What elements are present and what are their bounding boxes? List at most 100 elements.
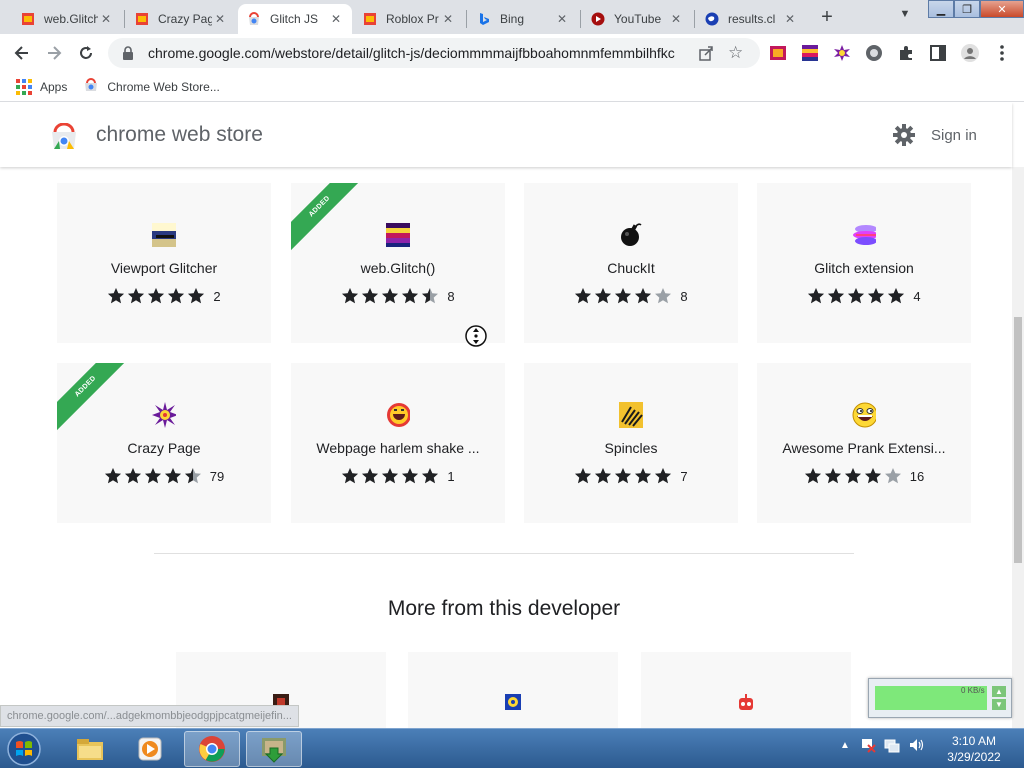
profile-avatar-icon[interactable] — [961, 44, 979, 62]
forward-button[interactable] — [43, 42, 65, 64]
side-panel-icon[interactable] — [929, 44, 947, 62]
tab-title: Bing — [500, 12, 525, 26]
extension-card-chuckit[interactable]: ChuckIt 8 — [524, 183, 738, 343]
extension-card-crazy-page[interactable]: ADDED Crazy Page 79 — [57, 363, 271, 523]
star-rating — [574, 287, 674, 305]
taskbar-explorer[interactable] — [62, 731, 118, 767]
bing-favicon-icon — [476, 11, 492, 27]
reload-button[interactable] — [75, 42, 97, 64]
extension-burst-icon[interactable] — [833, 44, 851, 62]
close-tab-icon[interactable]: ✕ — [782, 12, 798, 26]
extension-card-glitch-extension[interactable]: Glitch extension 4 — [757, 183, 971, 343]
taskbar-chrome[interactable] — [184, 731, 240, 767]
bookmark-star-icon[interactable]: ☆ — [728, 43, 743, 63]
windows-taskbar: ▲ 3:10 AM 3/29/2022 — [0, 728, 1024, 768]
extension-web-glitch-icon[interactable] — [801, 44, 819, 62]
url-text[interactable]: chrome.google.com/webstore/detail/glitch… — [148, 45, 696, 61]
close-tab-icon[interactable]: ✕ — [328, 12, 344, 26]
star-full-icon — [124, 468, 141, 484]
gear-extension-icon — [505, 694, 521, 710]
lock-icon[interactable] — [122, 46, 140, 60]
close-tab-icon[interactable]: ✕ — [554, 12, 570, 26]
back-button[interactable] — [11, 42, 33, 64]
show-hidden-icons-icon[interactable]: ▲ — [840, 740, 850, 751]
page-scrollbar[interactable] — [1012, 167, 1024, 728]
extension-card-spincles[interactable]: Spincles 7 — [524, 363, 738, 523]
taskbar-clock[interactable]: 3:10 AM 3/29/2022 — [942, 733, 1006, 765]
autoscroll-cursor-icon — [465, 325, 487, 347]
tab-glitch-js[interactable]: Glitch JS ✕ — [238, 4, 352, 34]
close-tab-icon[interactable]: ✕ — [668, 12, 684, 26]
taskbar-download-app[interactable] — [246, 731, 302, 767]
share-icon[interactable] — [698, 45, 714, 66]
extension-rating: 7 — [524, 467, 738, 485]
web-glitch-icon — [386, 223, 410, 247]
action-center-flag-icon — [861, 739, 876, 753]
tab-separator — [694, 10, 695, 28]
robot-extension-icon — [738, 694, 754, 710]
tab-youtube[interactable]: YouTube ✕ — [582, 4, 692, 34]
rating-count: 7 — [680, 468, 688, 484]
tab-results[interactable]: results.cl ✕ — [696, 4, 806, 34]
star-rating — [341, 287, 441, 305]
extension-card-awesome-prank[interactable]: Awesome Prank Extensi... 16 — [757, 363, 971, 523]
star-full-icon — [422, 468, 439, 484]
clock-time: 3:10 AM — [951, 734, 997, 748]
extension-crazy-page-icon[interactable] — [769, 44, 787, 62]
minimize-button[interactable]: ▁ — [928, 0, 954, 18]
developer-extension-card[interactable] — [641, 652, 851, 728]
close-tab-icon[interactable]: ✕ — [440, 12, 456, 26]
download-manager-icon — [262, 738, 286, 763]
tab-search-chevron-icon[interactable]: ▼ — [896, 8, 914, 26]
close-tab-icon[interactable]: ✕ — [212, 12, 228, 26]
tab-crazy-page[interactable]: Crazy Page ✕ — [126, 4, 236, 34]
star-rating — [574, 467, 674, 485]
star-full-icon — [635, 468, 652, 484]
tab-web-glitch[interactable]: web.Glitch() ✕ — [12, 4, 122, 34]
rating-count: 1 — [447, 468, 455, 484]
extension-card-harlem-shake[interactable]: Webpage harlem shake ... 1 — [291, 363, 505, 523]
star-full-icon — [164, 468, 181, 484]
start-button[interactable] — [2, 730, 46, 768]
star-full-icon — [144, 468, 161, 484]
extensions-puzzle-icon[interactable] — [897, 44, 915, 62]
bookmark-chrome-web-store[interactable]: Chrome Web Store... — [83, 78, 220, 95]
taskbar-media-player[interactable] — [122, 731, 178, 767]
browser-toolbar: chrome.google.com/webstore/detail/glitch… — [0, 34, 1024, 72]
rating-count: 4 — [913, 288, 921, 304]
extension-rating: 16 — [757, 467, 971, 485]
scrollbar-thumb[interactable] — [1014, 317, 1022, 563]
star-full-icon — [635, 288, 652, 304]
section-divider — [154, 553, 854, 554]
webstore-icon — [83, 78, 99, 95]
extension-gray-circle-icon[interactable] — [865, 44, 883, 62]
harlem-shake-icon — [386, 403, 410, 427]
close-tab-icon[interactable]: ✕ — [98, 12, 114, 26]
new-tab-button[interactable]: + — [816, 6, 838, 28]
chrome-web-store-logo-icon[interactable] — [50, 122, 78, 151]
extension-name: web.Glitch() — [360, 260, 436, 276]
maximize-button[interactable]: ❐ — [954, 0, 980, 18]
address-bar[interactable]: chrome.google.com/webstore/detail/glitch… — [108, 38, 760, 68]
sign-in-link[interactable]: Sign in — [931, 127, 977, 144]
store-title[interactable]: chrome web store — [96, 123, 263, 147]
close-window-button[interactable]: ✕ — [980, 0, 1024, 18]
rating-count: 8 — [447, 288, 455, 304]
tab-separator — [124, 10, 125, 28]
tab-roblox[interactable]: Roblox Pr ✕ — [354, 4, 464, 34]
extension-card-viewport-glitcher[interactable]: Viewport Glitcher 2 — [57, 183, 271, 343]
settings-gear-icon[interactable] — [892, 123, 916, 147]
developer-extension-card[interactable] — [408, 652, 618, 728]
star-full-icon — [402, 288, 419, 304]
bomb-icon — [619, 223, 643, 247]
network-meter-widget[interactable]: 0 KB/s ▲ ▼ — [868, 678, 1012, 718]
bookmark-label: Chrome Web Store... — [107, 79, 220, 94]
tab-bing[interactable]: Bing ✕ — [468, 4, 578, 34]
star-full-icon — [575, 288, 592, 304]
extension-name: Webpage harlem shake ... — [316, 440, 480, 456]
bookmark-apps[interactable]: Apps — [16, 78, 67, 95]
menu-kebab-icon[interactable] — [993, 44, 1011, 62]
extension-card-web-glitch[interactable]: ADDED web.Glitch() 8 — [291, 183, 505, 343]
star-full-icon — [128, 288, 145, 304]
star-full-icon — [342, 468, 359, 484]
